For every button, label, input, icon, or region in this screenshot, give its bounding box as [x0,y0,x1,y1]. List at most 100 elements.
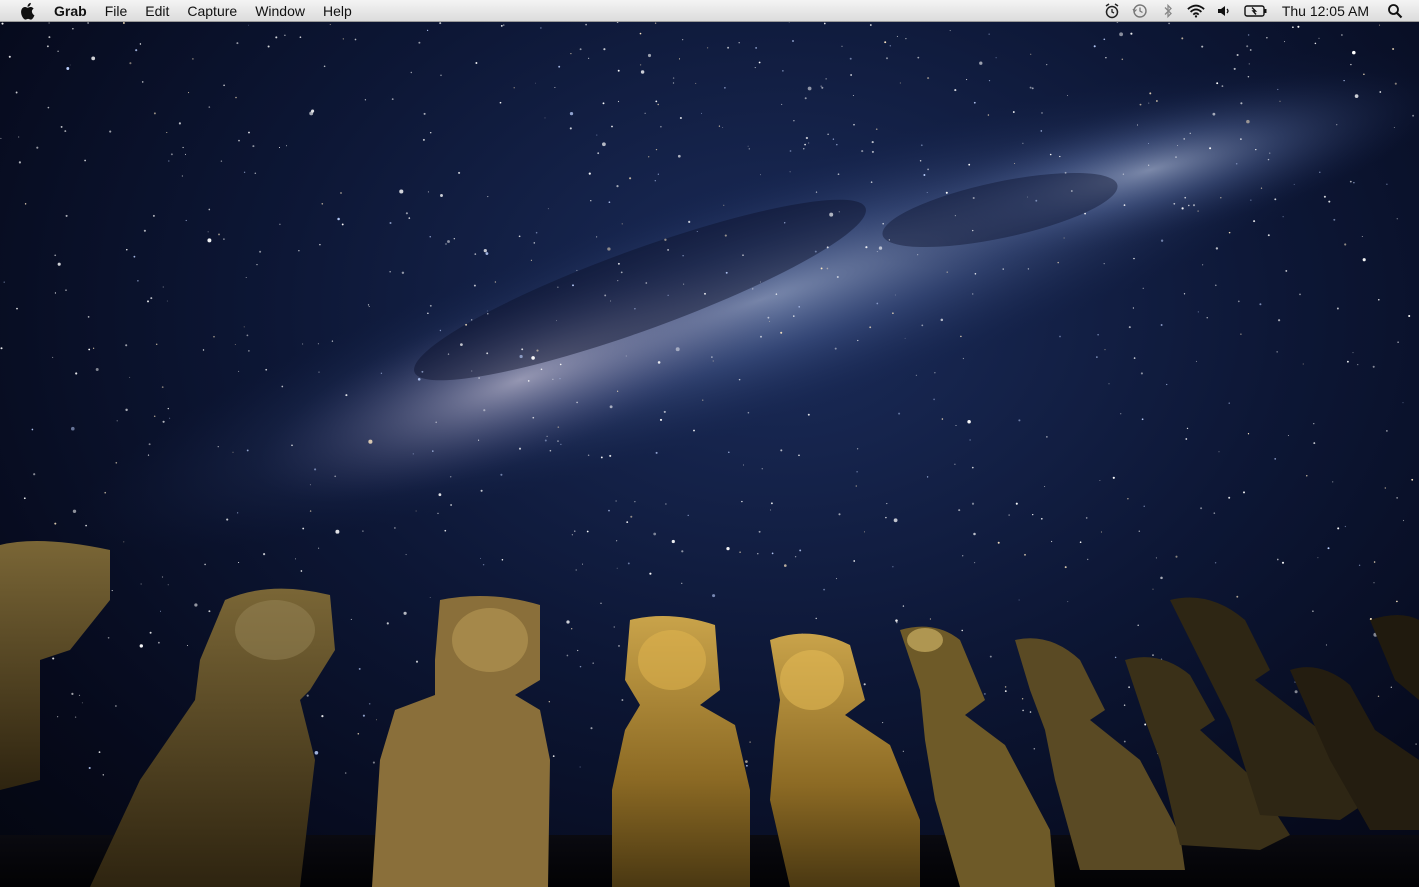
star [1152,588,1154,590]
star [826,267,829,270]
star [513,87,515,89]
star [213,335,215,338]
star [794,556,797,558]
star [238,561,240,564]
star [1379,24,1381,26]
star [429,131,432,134]
star [984,693,986,695]
star [1236,595,1239,598]
menu-window[interactable]: Window [246,0,314,22]
star [960,335,962,338]
star [208,208,211,211]
star [259,250,262,253]
star [885,516,887,519]
spotlight-search-icon[interactable] [1386,2,1404,20]
star [1133,357,1136,359]
desktop[interactable]: Grab File Edit Capture Window Help Thu 1… [0,0,1419,887]
star [1285,269,1288,272]
star [780,449,783,452]
star [1237,300,1240,303]
star [554,86,556,89]
star [920,144,923,147]
star [1266,37,1268,39]
star [571,628,573,630]
star [793,315,795,317]
wifi-icon[interactable] [1187,2,1205,20]
star [432,450,434,452]
menu-app-name[interactable]: Grab [54,0,96,22]
star [1188,204,1190,207]
star [1362,258,1366,262]
star [1186,427,1189,430]
star [574,530,576,532]
star [784,564,787,567]
star [243,326,245,328]
star [410,71,413,74]
star [1323,195,1326,198]
time-machine-icon[interactable] [1131,2,1149,20]
star [1063,237,1065,239]
star [185,219,187,222]
star [738,41,740,44]
star [1221,85,1224,87]
star [761,468,763,470]
star [208,106,211,108]
star [1149,92,1152,95]
menu-edit[interactable]: Edit [136,0,178,22]
menu-capture[interactable]: Capture [178,0,246,22]
star [129,376,131,378]
star [1293,183,1295,185]
star [129,62,132,65]
star [1084,212,1086,215]
star [618,644,620,647]
star [850,74,852,76]
star [570,52,572,55]
star [626,521,629,523]
star [572,284,574,287]
star [536,349,539,352]
alarm-clock-icon[interactable] [1103,2,1121,20]
star [724,234,727,237]
star [586,530,589,533]
star [521,348,524,351]
star [1156,100,1158,102]
star [278,146,281,149]
star [654,180,656,182]
star [1155,557,1157,559]
star [607,247,611,251]
star [871,141,874,144]
star [267,45,270,48]
star [483,248,487,253]
star [518,235,521,238]
star [54,522,57,525]
volume-icon[interactable] [1215,2,1233,20]
star [1123,704,1126,706]
star [88,348,91,351]
star [54,254,57,257]
star [1127,498,1129,500]
star [182,146,184,149]
star [997,541,1000,544]
menu-clock[interactable]: Thu 12:05 AM [1274,0,1381,22]
star [681,550,684,553]
star [864,531,865,533]
star [486,352,489,355]
star [426,29,429,32]
star [478,439,480,441]
star [616,390,619,392]
star [546,435,548,438]
star [135,49,138,52]
star [223,84,225,87]
menu-help[interactable]: Help [314,0,361,22]
menu-file[interactable]: File [96,0,137,22]
star [281,385,284,388]
star [540,368,543,371]
star [98,751,101,753]
star [1415,743,1417,745]
star [208,610,211,613]
battery-icon[interactable] [1243,2,1269,20]
star [1247,34,1250,36]
bluetooth-icon[interactable] [1159,2,1177,20]
apple-icon[interactable] [18,2,36,20]
star [655,451,658,454]
